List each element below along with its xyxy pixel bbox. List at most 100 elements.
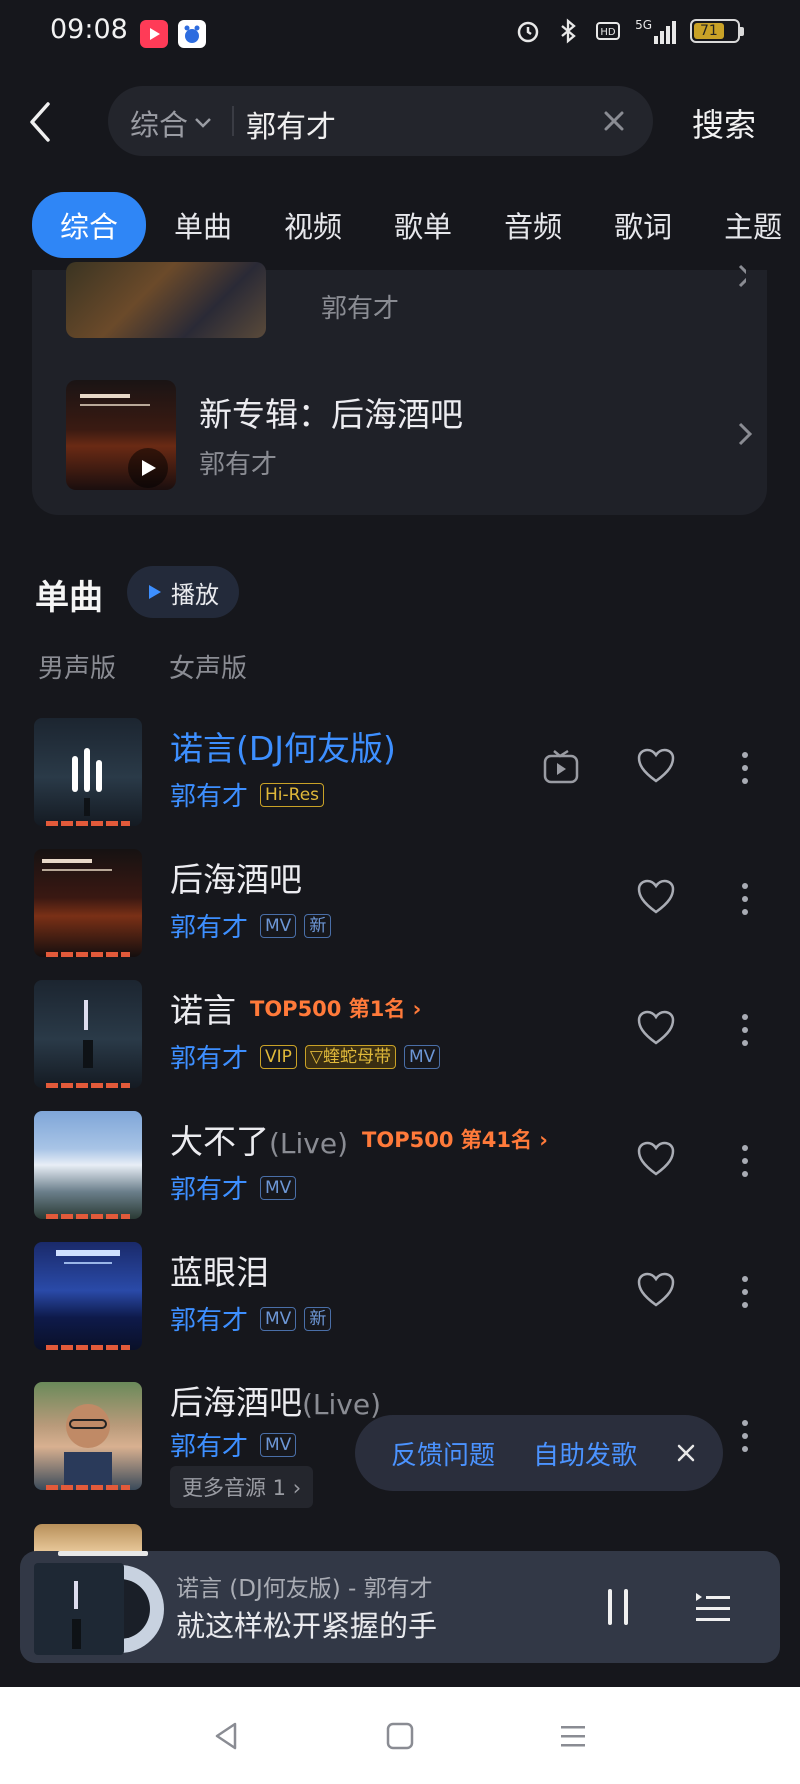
more-icon[interactable] bbox=[740, 750, 750, 786]
mv-badge[interactable]: MV bbox=[260, 1175, 297, 1200]
song-row[interactable]: 蓝眼泪 郭有才 MV 新 bbox=[34, 1242, 774, 1352]
rank-badge[interactable]: TOP500 第1名 › bbox=[250, 993, 421, 1023]
mv-badge[interactable]: MV bbox=[260, 1306, 297, 1331]
song-row[interactable]: 诺言 TOP500 第1名 › 郭有才 VIP ▽蝰蛇母带 MV bbox=[34, 980, 774, 1090]
song-cover bbox=[34, 849, 142, 957]
new-badge: 新 bbox=[304, 913, 332, 938]
album-title: 新专辑：后海酒吧 bbox=[199, 395, 463, 434]
nav-back-icon[interactable] bbox=[209, 1718, 245, 1754]
more-icon[interactable] bbox=[740, 1274, 750, 1310]
song-row[interactable]: 诺言(DJ何友版) 郭有才 Hi-Res bbox=[34, 718, 774, 828]
more-icon[interactable] bbox=[740, 881, 750, 917]
song-title: 后海酒吧 bbox=[170, 860, 302, 899]
publish-song-button[interactable]: 自助发歌 bbox=[533, 1435, 637, 1472]
hires-badge: Hi-Res bbox=[260, 782, 325, 807]
mini-player[interactable]: 诺言 (DJ何友版) - 郭有才 就这样松开紧握的手 bbox=[20, 1551, 780, 1663]
nav-home-icon[interactable] bbox=[382, 1718, 418, 1754]
new-badge: 新 bbox=[304, 1306, 332, 1331]
rank-badge[interactable]: TOP500 第41名 › bbox=[362, 1124, 548, 1154]
heart-icon[interactable] bbox=[637, 1010, 675, 1046]
now-playing-lyric: 就这样松开紧握的手 bbox=[176, 1609, 438, 1643]
song-title: 大不了(Live) TOP500 第41名 › bbox=[170, 1122, 548, 1161]
clear-icon[interactable] bbox=[601, 108, 627, 134]
song-title: 诺言 TOP500 第1名 › bbox=[170, 991, 422, 1030]
album-cover bbox=[66, 262, 266, 338]
chevron-right-icon bbox=[738, 422, 753, 446]
song-artist: 郭有才 bbox=[170, 913, 249, 943]
tab-playlists[interactable]: 歌单 bbox=[394, 204, 452, 246]
play-icon bbox=[149, 585, 161, 599]
pause-icon[interactable] bbox=[598, 1585, 638, 1629]
filter-female[interactable]: 女声版 bbox=[169, 648, 247, 685]
search-input[interactable]: 郭有才 bbox=[246, 102, 336, 146]
song-cover bbox=[34, 980, 142, 1088]
song-cover bbox=[34, 1242, 142, 1350]
song-meta: 郭有才 MV 新 bbox=[170, 1300, 332, 1337]
mv-badge[interactable]: MV bbox=[260, 1432, 297, 1457]
filter-male[interactable]: 男声版 bbox=[38, 648, 116, 685]
hd-icon: HD bbox=[596, 22, 621, 40]
heart-icon[interactable] bbox=[637, 879, 675, 915]
playback-progress bbox=[58, 1551, 148, 1556]
section-title: 单曲 bbox=[35, 578, 103, 618]
nav-menu-icon[interactable] bbox=[555, 1718, 591, 1754]
vip-badge: VIP bbox=[260, 1044, 297, 1069]
close-icon[interactable] bbox=[675, 1442, 697, 1464]
play-all-button[interactable]: 播放 bbox=[127, 566, 239, 618]
tab-videos[interactable]: 视频 bbox=[284, 204, 342, 246]
song-artist: 郭有才 bbox=[170, 1306, 249, 1336]
playlist-icon[interactable] bbox=[692, 1587, 732, 1627]
album-artist: 郭有才 bbox=[321, 294, 400, 324]
album-row[interactable]: 新专辑：后海酒吧 郭有才 bbox=[66, 380, 753, 490]
more-sources-button[interactable]: 更多音源 1 › bbox=[170, 1466, 314, 1508]
back-icon[interactable] bbox=[22, 100, 62, 144]
system-nav-bar bbox=[0, 1687, 800, 1784]
now-playing-info: 诺言 (DJ何友版) - 郭有才 bbox=[176, 1576, 433, 1602]
song-artist: 郭有才 bbox=[170, 1175, 249, 1205]
master-tape-badge: ▽蝰蛇母带 bbox=[304, 1044, 396, 1069]
song-title: 蓝眼泪 bbox=[170, 1253, 269, 1292]
status-icons: HD 5G 71 bbox=[515, 18, 744, 44]
song-cover bbox=[34, 1524, 142, 1552]
song-cover bbox=[34, 1111, 142, 1219]
tab-topics[interactable]: 主题 bbox=[724, 204, 782, 246]
battery-icon: 71 bbox=[690, 19, 744, 43]
more-icon[interactable] bbox=[740, 1418, 750, 1454]
heart-icon[interactable] bbox=[637, 1272, 675, 1308]
song-meta: 郭有才 MV bbox=[170, 1426, 297, 1463]
search-box[interactable]: 综合 郭有才 bbox=[108, 86, 653, 156]
tab-comprehensive[interactable]: 综合 bbox=[32, 192, 147, 258]
tab-lyrics[interactable]: 歌词 bbox=[614, 204, 672, 246]
chevron-right-icon bbox=[738, 264, 746, 288]
song-artist: 郭有才 bbox=[170, 782, 249, 812]
search-type-dropdown[interactable]: 综合 bbox=[130, 102, 212, 144]
song-meta: 郭有才 VIP ▽蝰蛇母带 MV bbox=[170, 1038, 441, 1075]
video-play-icon[interactable] bbox=[542, 748, 580, 786]
video-app-icon bbox=[140, 20, 168, 48]
album-artist: 郭有才 bbox=[199, 450, 278, 480]
report-issue-button[interactable]: 反馈问题 bbox=[391, 1435, 495, 1472]
mv-badge[interactable]: MV bbox=[260, 913, 297, 938]
more-icon[interactable] bbox=[740, 1143, 750, 1179]
song-cover bbox=[34, 1382, 142, 1490]
heart-icon[interactable] bbox=[637, 1141, 675, 1177]
alarm-icon bbox=[517, 21, 539, 43]
album-row[interactable]: 郭有才 bbox=[66, 262, 746, 338]
tab-singles[interactable]: 单曲 bbox=[174, 204, 232, 246]
song-meta: 郭有才 MV 新 bbox=[170, 907, 332, 944]
search-button[interactable]: 搜索 bbox=[692, 100, 756, 146]
mv-badge[interactable]: MV bbox=[404, 1044, 441, 1069]
chevron-down-icon bbox=[195, 118, 211, 128]
signal-icon: 5G bbox=[635, 18, 676, 44]
status-time: 09:08 bbox=[50, 14, 128, 45]
song-row[interactable]: 大不了(Live) TOP500 第41名 › 郭有才 MV bbox=[34, 1111, 774, 1221]
more-icon[interactable] bbox=[740, 1012, 750, 1048]
baidu-app-icon bbox=[178, 20, 206, 48]
search-divider bbox=[232, 106, 234, 136]
song-artist: 郭有才 bbox=[170, 1432, 249, 1462]
heart-icon[interactable] bbox=[637, 748, 675, 784]
album-disc bbox=[34, 1563, 164, 1655]
category-tabs: 综合 单曲 视频 歌单 音频 歌词 主题 bbox=[32, 192, 782, 258]
tab-audio[interactable]: 音频 bbox=[504, 204, 562, 246]
song-row[interactable]: 后海酒吧 郭有才 MV 新 bbox=[34, 849, 774, 959]
